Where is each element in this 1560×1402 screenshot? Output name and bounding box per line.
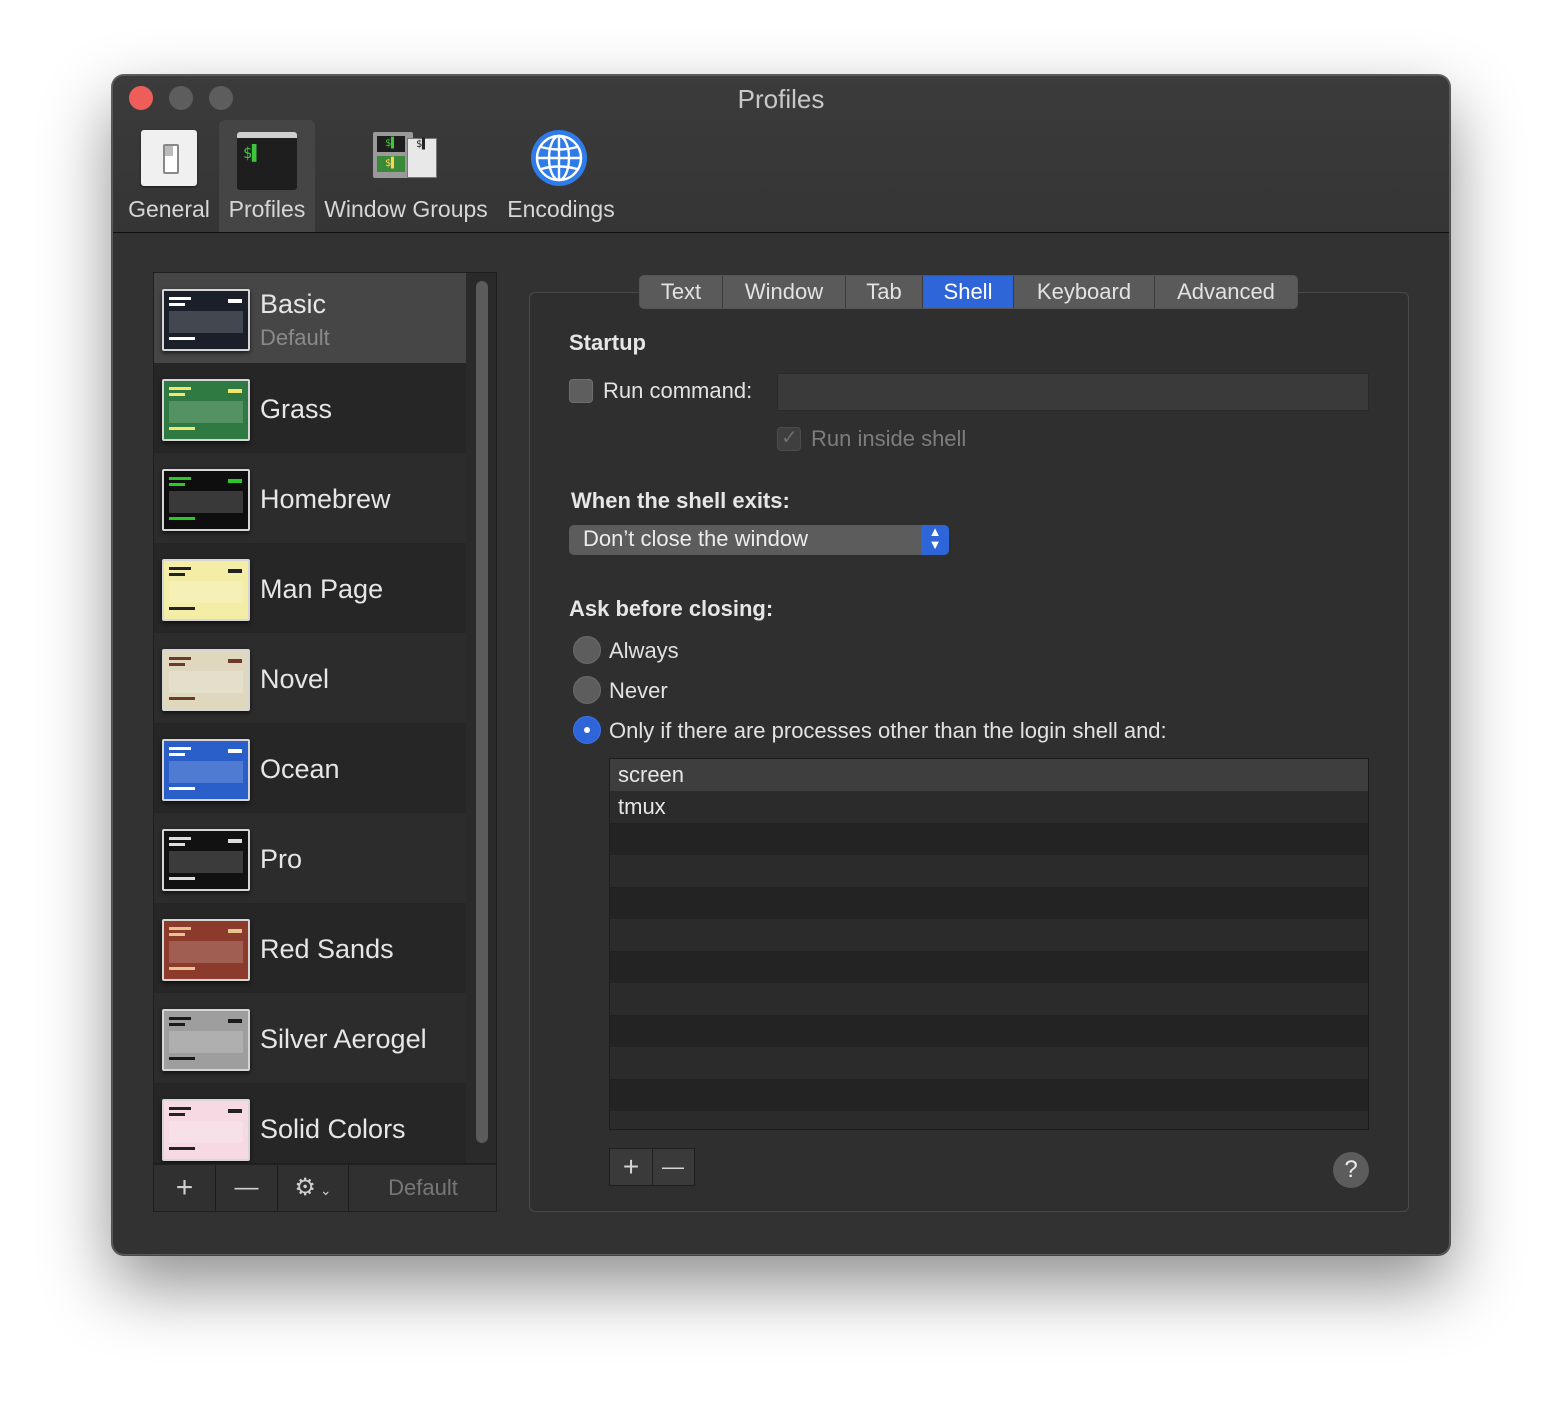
window-title: Profiles	[737, 84, 825, 114]
profile-item-novel[interactable]: Novel	[154, 633, 466, 723]
profile-item-basic[interactable]: Basic Default	[154, 273, 466, 363]
tab-window[interactable]: Window	[723, 276, 846, 308]
profile-item-man-page[interactable]: Man Page	[154, 543, 466, 633]
set-default-profile-button[interactable]: Default	[350, 1165, 496, 1211]
general-switch-icon	[141, 130, 197, 186]
shell-exit-popup-value: Don’t close the window	[583, 526, 809, 551]
remove-profile-button[interactable]: —	[216, 1165, 278, 1211]
remove-process-button[interactable]: —	[652, 1149, 694, 1185]
toolbar-general-label: General	[128, 196, 210, 222]
ask-never-radio[interactable]	[573, 676, 601, 704]
profile-thumbnail	[162, 829, 250, 891]
toolbar-profiles-label: Profiles	[228, 196, 306, 222]
profile-name: Ocean	[260, 754, 340, 784]
profile-actions-gear-button[interactable]: ⚙ ⌄	[278, 1165, 349, 1211]
profile-item-pro[interactable]: Pro	[154, 813, 466, 903]
profile-thumbnail	[162, 919, 250, 981]
profile-default-label: Default	[260, 325, 330, 350]
tab-keyboard[interactable]: Keyboard	[1014, 276, 1155, 308]
toolbar-window-groups[interactable]: $▌ $▌ $▌ Window Groups	[319, 120, 493, 232]
globe-icon	[529, 128, 589, 188]
empty-row	[610, 919, 1368, 951]
run-command-field[interactable]	[777, 373, 1369, 411]
window-groups-icon: $▌ $▌ $▌	[373, 132, 439, 184]
empty-row	[610, 1047, 1368, 1079]
add-profile-button[interactable]: +	[154, 1165, 216, 1211]
run-inside-shell-checkbox[interactable]: ✓	[777, 427, 801, 451]
profile-list[interactable]: Basic Default Grass Homebrew Man Page Novel Oc…	[153, 272, 497, 1164]
terminal-icon: $▌	[237, 132, 297, 190]
gear-icon: ⚙	[294, 1174, 316, 1201]
profile-name: Man Page	[260, 574, 384, 604]
profile-name: Solid Colors	[260, 1114, 406, 1144]
run-command-label: Run command:	[603, 378, 753, 403]
process-row[interactable]: screen	[610, 759, 1368, 791]
toolbar-window-groups-label: Window Groups	[324, 196, 488, 222]
profile-name: Pro	[260, 844, 303, 874]
process-list-buttons: + —	[609, 1148, 695, 1186]
toolbar-profiles[interactable]: $▌ Profiles	[219, 120, 315, 232]
help-button[interactable]: ?	[1333, 1152, 1369, 1188]
title-bar: Profiles General $▌ Profiles $▌ $▌ $▌ Wi	[113, 76, 1449, 233]
toolbar-general[interactable]: General	[123, 120, 215, 232]
ask-always-radio[interactable]	[573, 636, 601, 664]
profile-thumbnail	[162, 1009, 250, 1071]
profile-name: Grass	[260, 394, 333, 424]
run-inside-shell-label: Run inside shell	[811, 426, 967, 451]
profile-thumbnail	[162, 649, 250, 711]
profile-item-silver-aerogel[interactable]: Silver Aerogel	[154, 993, 466, 1083]
profile-name: Novel	[260, 664, 330, 694]
process-list-table[interactable]: screen tmux	[609, 758, 1369, 1130]
chevron-down-icon: ⌄	[315, 1182, 332, 1198]
profile-item-red-sands[interactable]: Red Sands	[154, 903, 466, 993]
profile-item-homebrew[interactable]: Homebrew	[154, 453, 466, 543]
add-process-button[interactable]: +	[610, 1149, 653, 1185]
profile-thumbnail	[162, 1099, 250, 1161]
ask-processes-label: Only if there are processes other than t…	[609, 718, 1167, 743]
run-command-checkbox[interactable]	[569, 379, 593, 403]
ask-never-label: Never	[609, 678, 668, 703]
shell-exit-heading: When the shell exits:	[571, 488, 790, 513]
profile-thumbnail	[162, 289, 250, 351]
empty-row	[610, 1079, 1368, 1111]
ask-always-label: Always	[609, 638, 679, 663]
toolbar-encodings-label: Encodings	[507, 196, 615, 222]
profile-list-scrollbar[interactable]	[476, 281, 488, 1143]
empty-row	[610, 1111, 1368, 1129]
profile-name: Silver Aerogel	[260, 1024, 427, 1054]
profile-item-grass[interactable]: Grass	[154, 363, 466, 453]
empty-row	[610, 823, 1368, 855]
preferences-window: Profiles General $▌ Profiles $▌ $▌ $▌ Wi	[112, 75, 1450, 1255]
profile-settings-tabs: Text Window Tab Shell Keyboard Advanced	[639, 275, 1298, 309]
shell-exit-popup[interactable]: Don’t close the window ▲ ▼	[569, 525, 949, 555]
profile-thumbnail	[162, 379, 250, 441]
profile-name: Homebrew	[260, 484, 391, 514]
updown-chevron-icon: ▲ ▼	[921, 525, 949, 555]
profile-thumbnail	[162, 559, 250, 621]
empty-row	[610, 983, 1368, 1015]
empty-row	[610, 1015, 1368, 1047]
empty-row	[610, 951, 1368, 983]
toolbar-encodings[interactable]: Encodings	[501, 120, 621, 232]
profile-name: Basic	[260, 289, 327, 319]
profile-name: Red Sands	[260, 934, 394, 964]
tab-shell[interactable]: Shell	[923, 276, 1014, 308]
profile-item-ocean[interactable]: Ocean	[154, 723, 466, 813]
profile-item-solid-colors[interactable]: Solid Colors	[154, 1083, 466, 1163]
ask-processes-radio[interactable]	[573, 716, 601, 744]
profile-thumbnail	[162, 739, 250, 801]
tab-advanced[interactable]: Advanced	[1155, 276, 1297, 308]
profile-list-toolbar: + — ⚙ ⌄ Default	[153, 1164, 497, 1212]
empty-row	[610, 887, 1368, 919]
startup-heading: Startup	[569, 330, 646, 355]
process-row[interactable]: tmux	[610, 791, 1368, 823]
tab-tab[interactable]: Tab	[846, 276, 923, 308]
tab-text[interactable]: Text	[640, 276, 723, 308]
profile-thumbnail	[162, 469, 250, 531]
checkmark-icon: ✓	[781, 427, 798, 449]
empty-row	[610, 855, 1368, 887]
ask-before-closing-heading: Ask before closing:	[569, 596, 774, 621]
